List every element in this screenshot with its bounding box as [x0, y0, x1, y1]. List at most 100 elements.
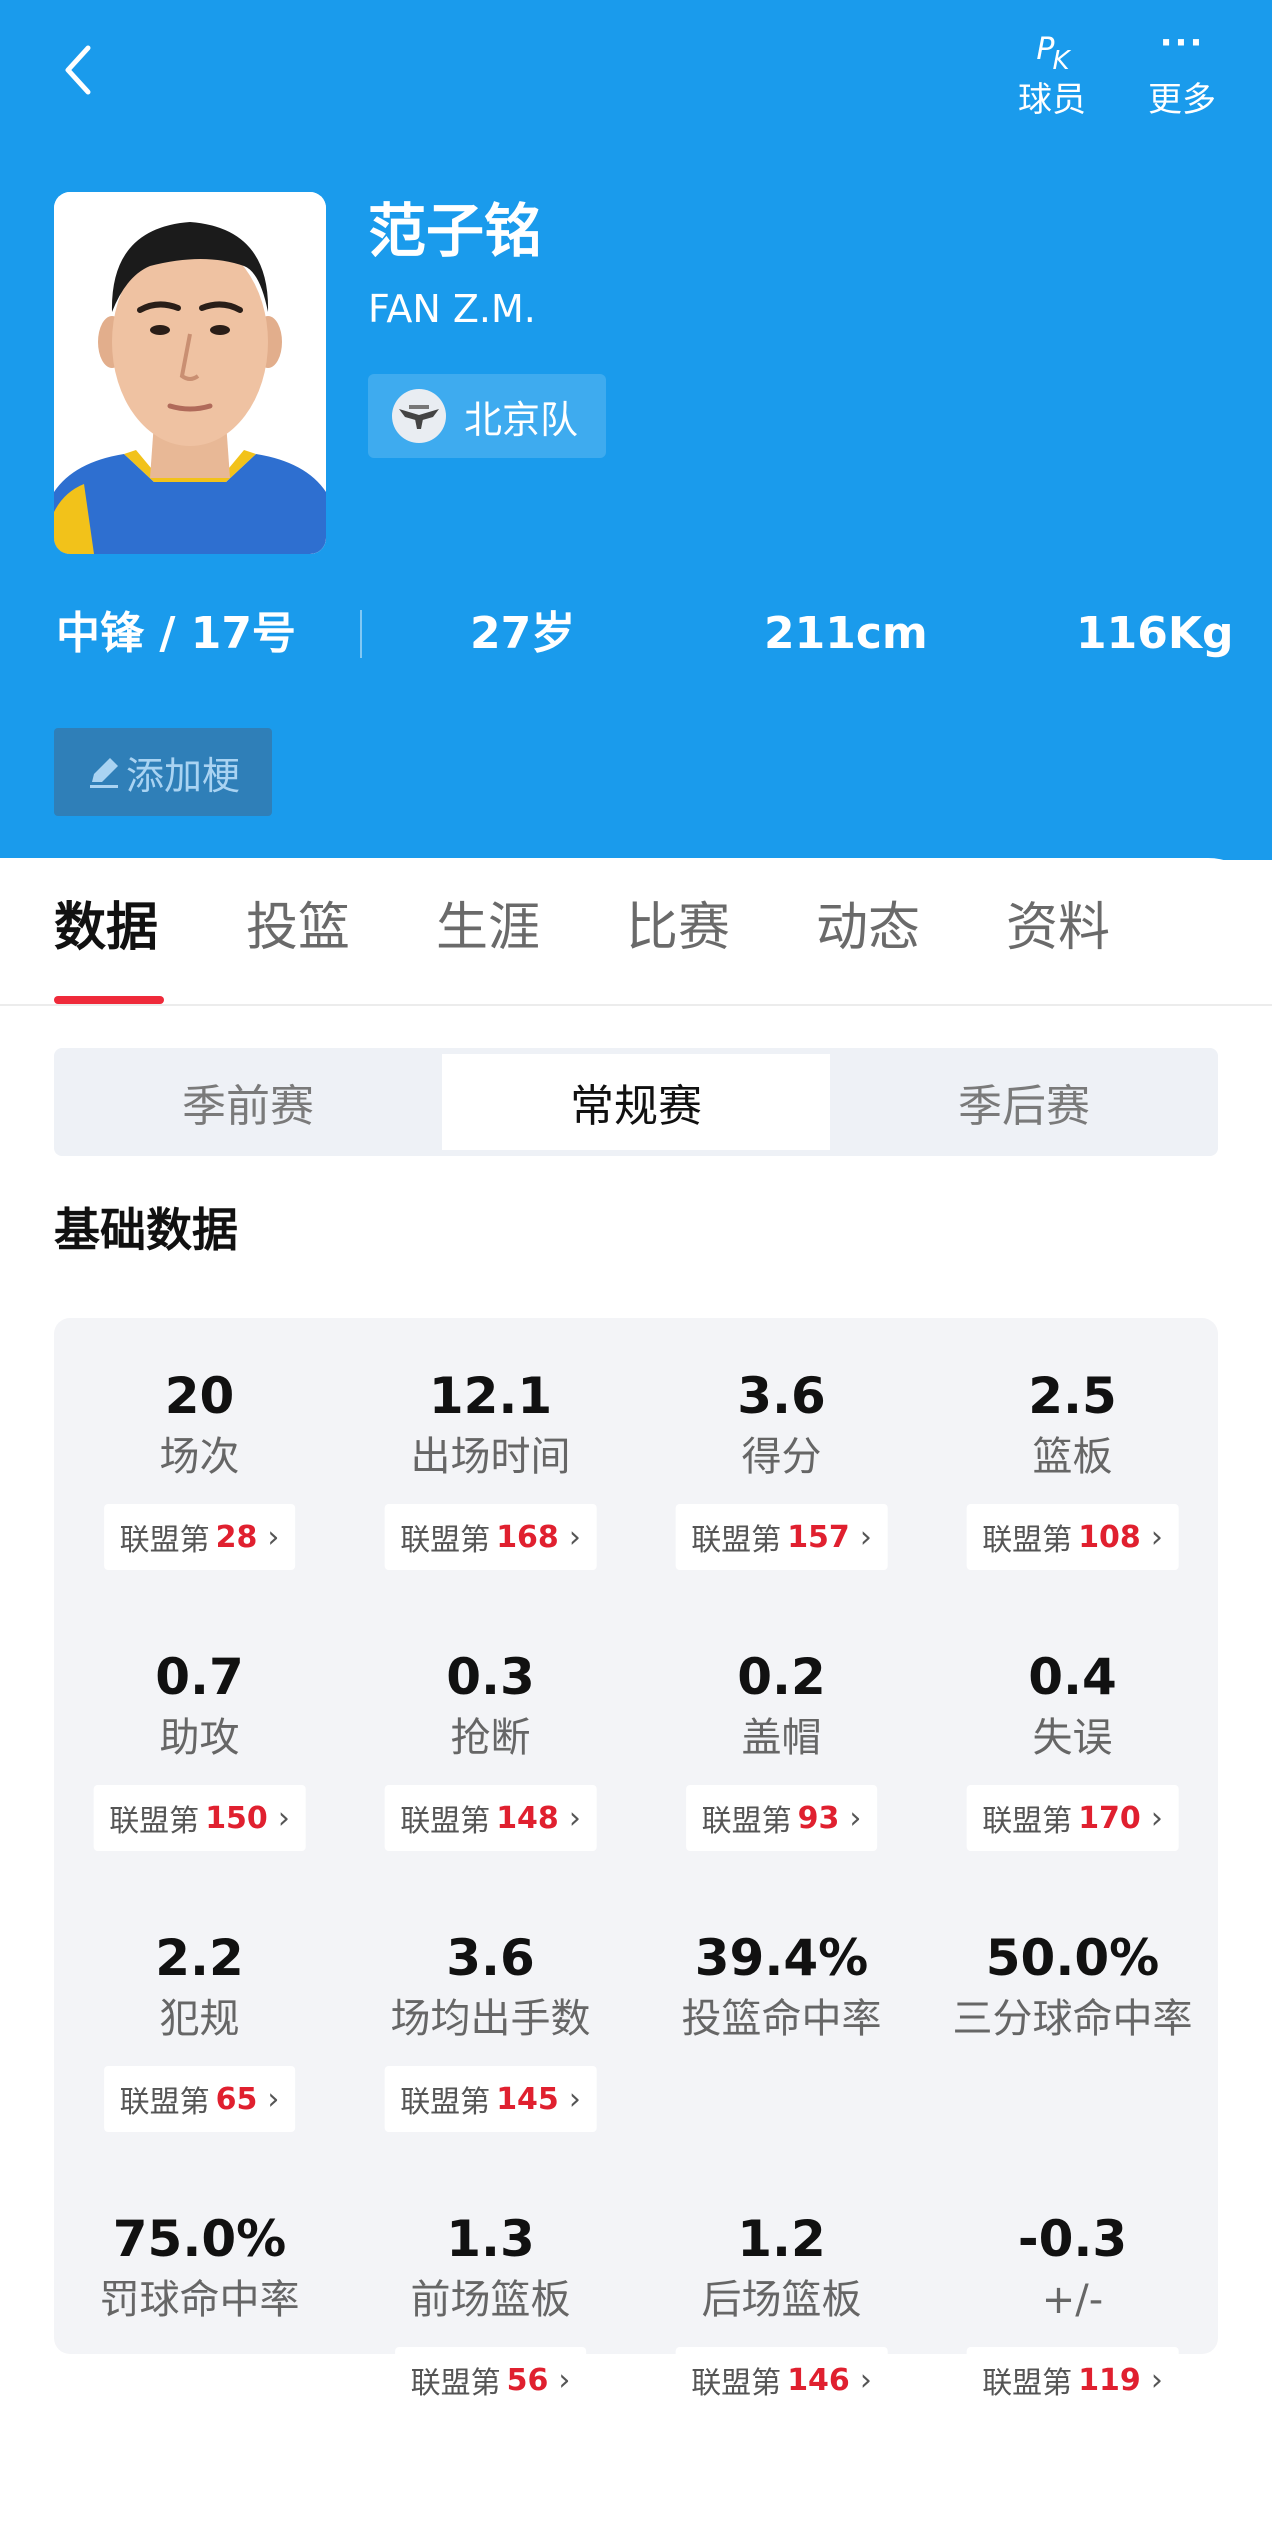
- stat-label: 助攻: [159, 1715, 240, 1761]
- stat-cell: 3.6 得分 联盟第 157 ›: [636, 1318, 927, 1570]
- team-badge[interactable]: 北京队: [368, 374, 607, 458]
- stat-value: 39.4%: [694, 1929, 869, 1987]
- stat-label: +/-: [1041, 2277, 1104, 2323]
- stat-label: 抢断: [450, 1715, 531, 1761]
- rank-number: 93: [797, 1800, 840, 1836]
- player-info-row: 中锋 / 17号 27岁 211cm 116Kg: [0, 598, 1272, 670]
- more-button[interactable]: ··· 更多: [1122, 18, 1242, 128]
- stat-value: 0.2: [737, 1648, 826, 1706]
- rank-prefix: 联盟第: [982, 1523, 1073, 1558]
- chevron-left-icon: [65, 45, 91, 95]
- stat-value: 0.4: [1028, 1648, 1117, 1706]
- stat-label: 投篮命中率: [681, 1996, 882, 2042]
- rank-number: 150: [205, 1800, 268, 1836]
- stat-cell: 2.5 篮板 联盟第 108 ›: [927, 1318, 1218, 1570]
- stat-value: 1.3: [446, 2210, 535, 2268]
- stat-label: 前场篮板: [410, 2277, 571, 2323]
- season-tab-preseason[interactable]: 季前赛: [54, 1048, 442, 1156]
- player-photo: [54, 192, 326, 554]
- stat-cell: 2.2 犯规联盟第 65 ›: [54, 1880, 345, 2132]
- rank-prefix: 联盟第: [400, 2085, 491, 2120]
- stat-label: 后场篮板: [701, 2277, 862, 2323]
- rank-prefix: 联盟第: [691, 2366, 782, 2401]
- chevron-right-icon: ›: [568, 1800, 581, 1836]
- pk-icon: PK: [1036, 31, 1069, 76]
- league-rank-button[interactable]: 联盟第 146 ›: [675, 2347, 888, 2413]
- chevron-right-icon: ›: [568, 1519, 581, 1555]
- team-logo-icon: [392, 389, 446, 443]
- main-tabs: 数据 投篮 生涯 比赛 动态 资料: [0, 858, 1272, 1006]
- league-rank-button[interactable]: 联盟第 119 ›: [966, 2347, 1179, 2413]
- stat-value: -0.3: [1017, 2210, 1128, 2268]
- tab-shooting[interactable]: 投篮: [246, 896, 350, 960]
- chevron-right-icon: ›: [558, 2362, 571, 2398]
- stat-cell: 0.7 助攻联盟第 150 ›: [54, 1599, 345, 1851]
- player-weight: 116Kg: [1076, 608, 1234, 659]
- add-tag-label: 添加梗: [125, 753, 240, 798]
- stat-label: 罚球命中率: [99, 2277, 300, 2323]
- stat-label: 出场时间: [410, 1434, 571, 1480]
- rank-prefix: 联盟第: [410, 2366, 501, 2401]
- league-rank-button[interactable]: 联盟第 93 ›: [685, 1785, 878, 1851]
- pk-label: 球员: [1018, 80, 1086, 120]
- stat-cell: 20 场次 联盟第 28 ›: [54, 1318, 345, 1570]
- league-rank-button[interactable]: 联盟第 150 ›: [93, 1785, 306, 1851]
- stat-value: 50.0%: [985, 1929, 1160, 1987]
- league-rank-button[interactable]: 联盟第 108 ›: [966, 1504, 1179, 1570]
- tab-games[interactable]: 比赛: [626, 896, 730, 960]
- tab-news[interactable]: 动态: [816, 896, 920, 960]
- chevron-right-icon: ›: [267, 1519, 280, 1555]
- stat-label: 犯规: [159, 1996, 240, 2042]
- stat-value: 75.0%: [112, 2210, 287, 2268]
- player-avatar: [54, 192, 326, 554]
- stat-value: 2.5: [1028, 1367, 1117, 1425]
- rank-number: 145: [496, 2081, 559, 2117]
- league-rank-button[interactable]: 联盟第 145 ›: [384, 2066, 597, 2132]
- chevron-right-icon: ›: [277, 1800, 290, 1836]
- stat-value: 3.6: [737, 1367, 826, 1425]
- stat-label: 失误: [1032, 1715, 1113, 1761]
- season-tab-regular[interactable]: 常规赛: [442, 1054, 830, 1150]
- stat-cell: 1.2 后场篮板联盟第 146 ›: [636, 2161, 927, 2413]
- tab-career[interactable]: 生涯: [436, 896, 540, 960]
- league-rank-button[interactable]: 联盟第 65 ›: [103, 2066, 296, 2132]
- add-tag-button[interactable]: 添加梗: [54, 728, 272, 816]
- stat-cell: 50.0% 三分球命中率: [927, 1880, 1218, 2130]
- player-height: 211cm: [764, 608, 928, 659]
- league-rank-button[interactable]: 联盟第 170 ›: [966, 1785, 1179, 1851]
- rank-number: 65: [215, 2081, 258, 2117]
- stat-cell: 0.3 抢断 联盟第 148 ›: [345, 1599, 636, 1851]
- league-rank-button[interactable]: 联盟第 168 ›: [384, 1504, 597, 1570]
- rank-prefix: 联盟第: [691, 1523, 782, 1558]
- tab-profile[interactable]: 资料: [1006, 896, 1110, 960]
- rank-number: 170: [1078, 1800, 1141, 1836]
- stat-cell: 3.6 场均出手数 联盟第 145 ›: [345, 1880, 636, 2132]
- tab-data[interactable]: 数据: [54, 896, 158, 960]
- stat-cell: 0.2 盖帽 联盟第 93 ›: [636, 1599, 927, 1851]
- player-age: 27岁: [470, 608, 576, 659]
- season-type-selector: 季前赛 常规赛 季后赛: [54, 1048, 1218, 1156]
- rank-number: 108: [1078, 1519, 1141, 1555]
- league-rank-button[interactable]: 联盟第 28 ›: [103, 1504, 296, 1570]
- pk-player-button[interactable]: PK 球员: [992, 18, 1112, 128]
- rank-prefix: 联盟第: [119, 1523, 210, 1558]
- rank-number: 146: [787, 2362, 850, 2398]
- rank-prefix: 联盟第: [400, 1523, 491, 1558]
- league-rank-button[interactable]: 联盟第 56 ›: [394, 2347, 587, 2413]
- league-rank-button[interactable]: 联盟第 148 ›: [384, 1785, 597, 1851]
- chevron-right-icon: ›: [1150, 1800, 1163, 1836]
- stat-value: 0.7: [155, 1648, 244, 1706]
- basic-stats-panel: 20 场次 联盟第 28 › 12.1 出场时间 联盟第 168 › 3.6 得分 联盟第 157 › 2.5…: [54, 1318, 1218, 2413]
- season-tab-playoffs[interactable]: 季后赛: [830, 1048, 1218, 1156]
- stat-cell: -0.3 +/- 联盟第 119 ›: [927, 2161, 1218, 2413]
- rank-prefix: 联盟第: [701, 1804, 792, 1839]
- league-rank-button[interactable]: 联盟第 157 ›: [675, 1504, 888, 1570]
- back-button[interactable]: [56, 40, 100, 100]
- active-tab-indicator: [54, 996, 164, 1004]
- stat-value: 2.2: [155, 1929, 244, 1987]
- stat-value: 1.2: [737, 2210, 826, 2268]
- rank-prefix: 联盟第: [982, 1804, 1073, 1839]
- rank-number: 148: [496, 1800, 559, 1836]
- chevron-right-icon: ›: [568, 2081, 581, 2117]
- rank-prefix: 联盟第: [119, 2085, 210, 2120]
